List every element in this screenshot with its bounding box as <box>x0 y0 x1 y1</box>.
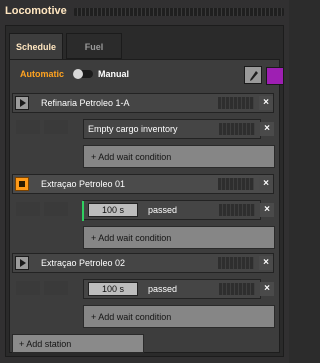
remove-station-button[interactable]: × <box>259 96 273 110</box>
play-icon[interactable] <box>15 96 29 110</box>
manual-label: Manual <box>98 69 130 79</box>
window-title: Locomotive <box>5 5 67 17</box>
drag-grip[interactable] <box>219 283 255 295</box>
station-row[interactable]: Extraçao Petroleo 01 × <box>12 174 274 194</box>
indent-cell <box>44 202 68 216</box>
indent-cell <box>44 120 68 134</box>
condition-text: passed <box>148 205 178 215</box>
play-icon[interactable] <box>15 256 29 270</box>
wait-condition-row[interactable]: 100 s passed <box>82 200 261 221</box>
wait-condition-row[interactable]: 100 s passed <box>83 279 261 299</box>
remove-condition-button[interactable]: × <box>260 203 274 217</box>
add-station-button[interactable]: + Add station <box>12 334 144 353</box>
color-swatch-button[interactable] <box>266 67 284 85</box>
add-wait-condition-label: + Add wait condition <box>91 312 172 322</box>
automatic-label: Automatic <box>20 69 65 79</box>
remove-station-button[interactable]: × <box>259 256 273 270</box>
station-name: Refinaria Petroleo 1-A <box>41 98 130 108</box>
drag-grip[interactable] <box>218 257 254 269</box>
indent-cell <box>16 120 40 134</box>
stop-icon[interactable] <box>15 177 29 191</box>
station-name: Extraçao Petroleo 02 <box>41 258 126 268</box>
tab-schedule[interactable]: Schedule <box>9 33 63 59</box>
add-wait-condition-button[interactable]: + Add wait condition <box>83 145 275 168</box>
title-bar[interactable]: Locomotive <box>0 0 289 22</box>
add-wait-condition-label: + Add wait condition <box>91 233 172 243</box>
add-wait-condition-label: + Add wait condition <box>91 152 172 162</box>
station-name: Extraçao Petroleo 01 <box>41 179 126 189</box>
indent-cell <box>16 281 40 295</box>
indent-cell <box>16 202 40 216</box>
condition-text: passed <box>148 284 178 294</box>
condition-text: Empty cargo inventory <box>88 124 178 134</box>
pencil-icon <box>250 71 258 81</box>
time-input[interactable]: 100 s <box>88 282 138 296</box>
tab-bar: Schedule Fuel <box>9 33 280 59</box>
drag-grip[interactable] <box>219 123 255 135</box>
station-row[interactable]: Extraçao Petroleo 02 × <box>12 253 274 273</box>
time-input[interactable]: 100 s <box>88 203 138 217</box>
station-row[interactable]: Refinaria Petroleo 1-A × <box>12 93 274 113</box>
remove-condition-button[interactable]: × <box>260 282 274 296</box>
add-wait-condition-button[interactable]: + Add wait condition <box>83 305 275 328</box>
edit-schedule-button[interactable] <box>244 66 262 84</box>
toggle-knob <box>73 69 83 79</box>
remove-station-button[interactable]: × <box>259 177 273 191</box>
drag-grip[interactable] <box>218 178 254 190</box>
drag-handle[interactable] <box>74 8 284 16</box>
drag-grip[interactable] <box>219 204 255 216</box>
wait-condition-row[interactable]: Empty cargo inventory <box>83 119 261 139</box>
drag-grip[interactable] <box>218 97 254 109</box>
add-station-label: + Add station <box>19 339 72 349</box>
remove-condition-button[interactable]: × <box>260 122 274 136</box>
mode-bar: Automatic Manual <box>12 65 284 85</box>
add-wait-condition-button[interactable]: + Add wait condition <box>83 226 275 249</box>
tab-fuel[interactable]: Fuel <box>66 33 122 59</box>
progress-indicator <box>82 201 84 221</box>
locomotive-window: Locomotive Schedule Fuel Automatic Manua… <box>0 0 289 363</box>
mode-toggle[interactable] <box>73 69 93 79</box>
indent-cell <box>44 281 68 295</box>
